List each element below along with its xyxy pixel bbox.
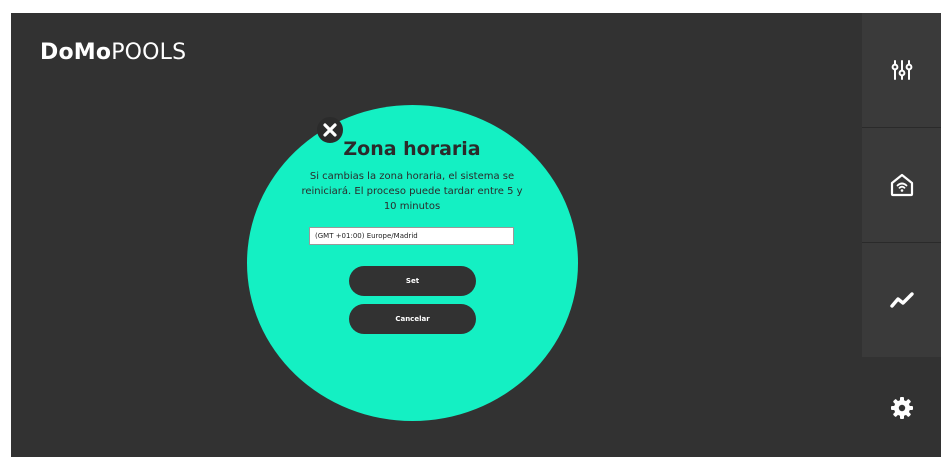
- dialog-message: Si cambias la zona horaria, el sistema s…: [301, 171, 523, 212]
- sidebar: [862, 13, 941, 457]
- sidebar-item-home[interactable]: [862, 128, 941, 243]
- home-wifi-icon: [890, 173, 913, 197]
- gear-icon: [890, 396, 913, 419]
- dialog-title: Zona horaria: [343, 138, 481, 160]
- sidebar-item-settings[interactable]: [862, 358, 941, 457]
- app-screen: DoMoPOOLS Zona horaria Si cambias la zon…: [11, 13, 941, 457]
- sliders-icon: [891, 60, 912, 80]
- sidebar-item-controls[interactable]: [862, 13, 941, 128]
- logo-light: POOLS: [111, 40, 187, 65]
- sidebar-item-stats[interactable]: [862, 243, 941, 357]
- timezone-select[interactable]: (GMT +01:00) Europe/Madrid: [309, 227, 514, 245]
- app-logo: DoMoPOOLS: [40, 40, 186, 65]
- set-button[interactable]: Set: [349, 266, 476, 296]
- logo-bold: DoMo: [40, 40, 112, 65]
- cancel-button[interactable]: Cancelar: [349, 304, 476, 334]
- trend-chart-icon: [889, 292, 914, 308]
